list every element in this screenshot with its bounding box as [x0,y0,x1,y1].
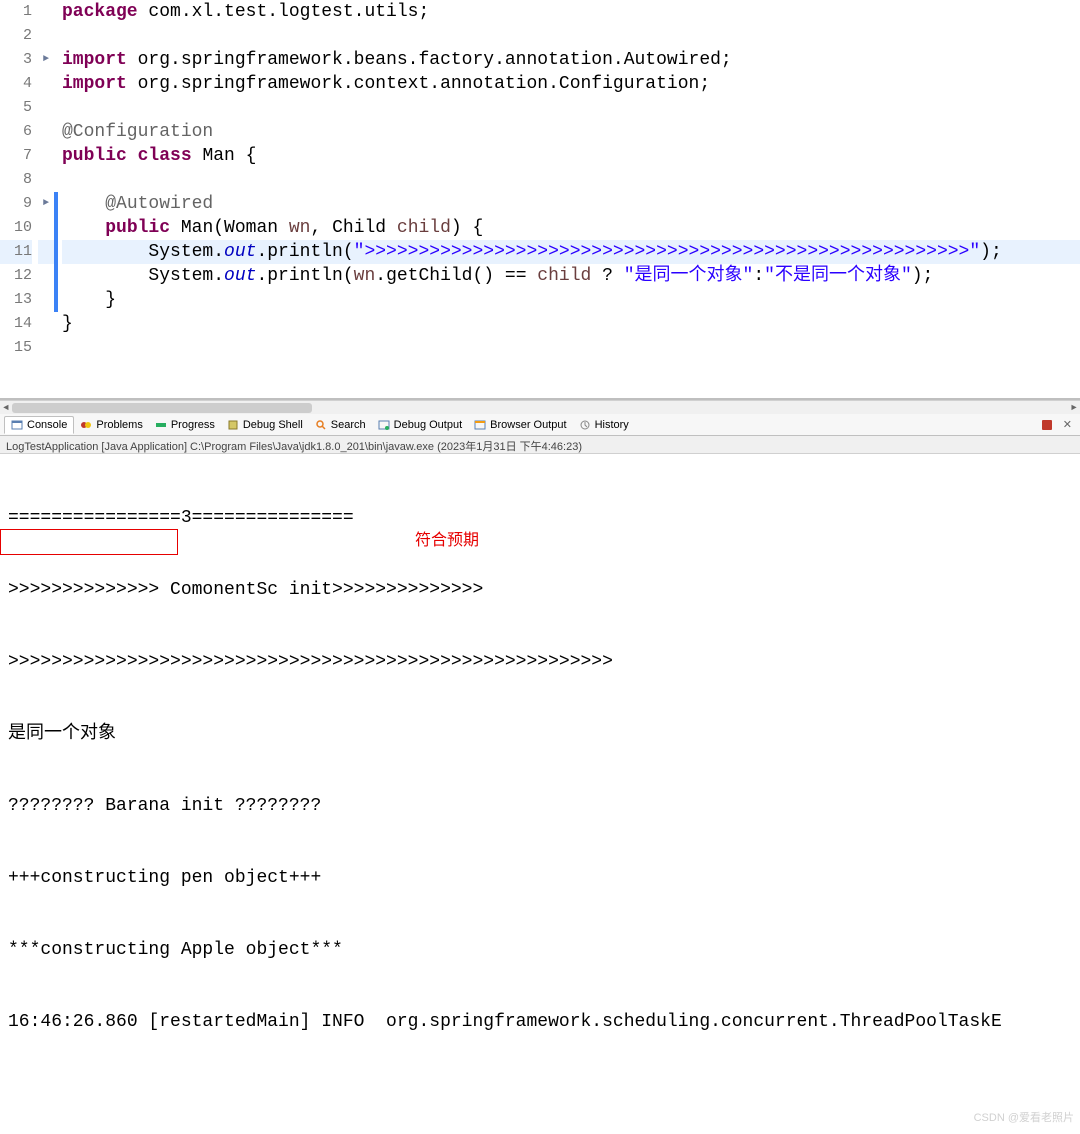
launch-description: LogTestApplication [Java Application] C:… [0,436,1080,454]
tab-search[interactable]: Search [309,417,372,433]
tab-label: Debug Shell [243,419,303,431]
code-line[interactable]: } [62,312,1080,336]
tab-debug-output[interactable]: Debug Output [372,417,469,433]
tab-console[interactable]: Console [4,416,74,434]
code-line[interactable]: public class Man { [62,144,1080,168]
console-line: 16:46:26.860 [restartedMain] INFO org.sp… [8,1010,1072,1034]
terminate-button[interactable] [1042,420,1052,430]
console-line: +++constructing pen object+++ [8,866,1072,890]
code-line[interactable] [62,168,1080,192]
tab-browser-output[interactable]: Browser Output [468,417,572,433]
tab-progress[interactable]: Progress [149,417,221,433]
console-icon [11,419,23,431]
console-line: >>>>>>>>>>>>>> ComonentSc init>>>>>>>>>>… [8,578,1072,602]
tab-label: Search [331,419,366,431]
debug-output-icon [378,419,390,431]
code-line[interactable]: package com.xl.test.logtest.utils; [62,0,1080,24]
editor-horizontal-scrollbar[interactable]: ◄ ► [0,400,1080,414]
problems-icon [80,419,92,431]
search-icon [315,419,327,431]
code-line[interactable]: @Autowired [62,192,1080,216]
tab-debug-shell[interactable]: Debug Shell [221,417,309,433]
code-line[interactable]: System.out.println(">>>>>>>>>>>>>>>>>>>>… [62,240,1080,264]
debug-shell-icon [227,419,239,431]
console-line: ???????? Barana init ???????? [8,794,1072,818]
code-line[interactable]: import org.springframework.context.annot… [62,72,1080,96]
code-line[interactable]: System.out.println(wn.getChild() == chil… [62,264,1080,288]
code-line[interactable]: } [62,288,1080,312]
fold-marker-gutter: ►► [38,0,54,398]
console-output[interactable]: ================3=============== >>>>>>>… [0,454,1080,1134]
tab-history[interactable]: History [573,417,635,433]
scroll-right-arrow[interactable]: ► [1068,401,1080,415]
code-line[interactable] [62,24,1080,48]
browser-output-icon [474,419,486,431]
highlight-box [0,529,178,555]
console-line: ================3=============== [8,506,1072,530]
tab-problems[interactable]: Problems [74,417,148,433]
close-view-icon[interactable]: ✕ [1063,418,1072,431]
console-line: 是同一个对象 [8,722,1072,746]
line-number-gutter: 123456789101112131415 [0,0,38,398]
tab-label: Debug Output [394,419,463,431]
code-editor[interactable]: 123456789101112131415 ►► package com.xl.… [0,0,1080,400]
tab-label: Console [27,419,67,431]
code-line[interactable]: import org.springframework.beans.factory… [62,48,1080,72]
tab-label: Progress [171,419,215,431]
tab-label: History [595,419,629,431]
watermark: CSDN @爱看老照片 [974,1106,1074,1130]
code-line[interactable]: @Configuration [62,120,1080,144]
progress-icon [155,419,167,431]
tab-label: Browser Output [490,419,566,431]
scroll-left-arrow[interactable]: ◄ [0,401,12,415]
annotation-text: 符合预期 [415,529,479,553]
console-line: >>>>>>>>>>>>>>>>>>>>>>>>>>>>>>>>>>>>>>>>… [8,650,1072,674]
history-icon [579,419,591,431]
code-area[interactable]: package com.xl.test.logtest.utils; import… [58,0,1080,398]
scroll-thumb[interactable] [12,403,312,413]
code-line[interactable]: public Man(Woman wn, Child child) { [62,216,1080,240]
console-line: ***constructing Apple object*** [8,938,1072,962]
tab-label: Problems [96,419,142,431]
bottom-tabbar: Console Problems Progress Debug Shell Se… [0,414,1080,436]
code-line[interactable] [62,96,1080,120]
code-line[interactable] [62,336,1080,360]
